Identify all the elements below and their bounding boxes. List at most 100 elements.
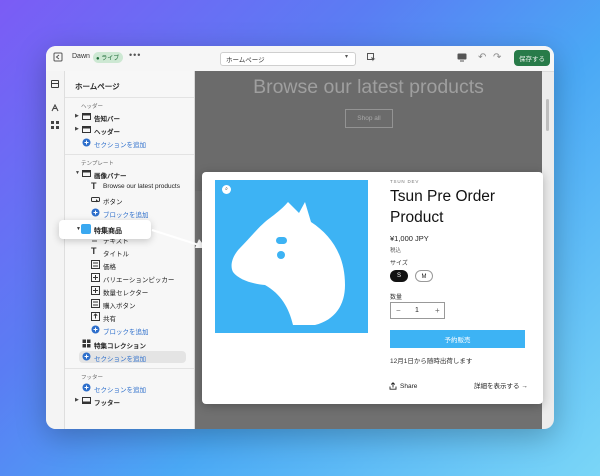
block-heading[interactable]: T Browse our latest products — [65, 181, 194, 193]
divider — [65, 368, 194, 369]
expand-arrow-icon[interactable]: ▶ — [75, 397, 79, 403]
text-icon: T — [91, 246, 97, 256]
inspector-icon[interactable] — [367, 53, 376, 62]
editor-topbar: Dawn ● ライブ ••• ホームページ ▾ ↶ ↷ 保存する — [46, 46, 554, 72]
quantity-decrease-button[interactable]: − — [396, 306, 401, 315]
live-badge: ● ライブ — [93, 52, 124, 63]
section-announcement-bar[interactable]: ▶ 告知バー — [65, 111, 194, 123]
add-section-label: セクションを追加 — [94, 356, 146, 363]
add-circle-icon — [82, 383, 91, 392]
section-featured-collection[interactable]: 特集コレクション — [65, 338, 194, 350]
more-options-icon[interactable]: ••• — [129, 50, 141, 60]
theme-name: Dawn — [72, 53, 90, 60]
buy-button-icon — [91, 299, 100, 308]
button-icon — [91, 197, 100, 203]
expand-arrow-icon[interactable]: ▶ — [75, 126, 79, 132]
section-icon — [82, 397, 91, 404]
section-label: 告知バー — [94, 116, 120, 123]
block-label: 購入ボタン — [103, 303, 136, 310]
share-icon[interactable] — [389, 382, 397, 390]
page-select-label: ホームページ — [226, 57, 265, 64]
quantity-increase-button[interactable]: + — [435, 306, 440, 315]
pointer-arrow-icon — [151, 228, 206, 248]
template-group-label: テンプレート — [81, 161, 114, 167]
section-image-banner[interactable]: ▼ 画像バナー — [65, 168, 194, 180]
footer-group-label: フッター — [81, 375, 104, 381]
section-icon — [82, 126, 91, 133]
block-button[interactable]: ボタン — [65, 194, 194, 206]
add-circle-icon — [82, 138, 91, 147]
featured-product-label: 特集商品 — [94, 227, 122, 235]
section-label: 画像バナー — [94, 173, 127, 180]
section-footer[interactable]: ▶ フッター — [65, 395, 194, 407]
preorder-button[interactable]: 予約販売 — [390, 330, 525, 348]
size-option-m[interactable]: M — [415, 270, 433, 282]
sidebar-title: ホームページ — [75, 82, 120, 91]
block-quantity-selector[interactable]: 数量セレクター — [65, 285, 194, 297]
view-details-link[interactable]: 詳細を表示する → — [474, 380, 528, 390]
block-buy-buttons[interactable]: 購入ボタン — [65, 298, 194, 310]
add-circle-icon — [82, 352, 91, 361]
sections-icon[interactable] — [51, 80, 59, 88]
collapse-arrow-icon[interactable]: ▼ — [75, 170, 80, 176]
add-template-section[interactable]: セクションを追加 — [79, 351, 186, 363]
preview-scrollbar[interactable] — [546, 99, 549, 131]
product-title: Tsun Pre Order Product — [390, 188, 496, 226]
add-block-featured[interactable]: ブロックを追加 — [65, 324, 194, 336]
sidebar-rail — [46, 71, 65, 429]
expand-arrow-icon[interactable]: ▶ — [75, 113, 79, 119]
block-label: 共有 — [103, 316, 116, 323]
featured-product-callout[interactable]: ▼ 特集商品 — [59, 220, 151, 239]
quantity-input[interactable]: 1 — [415, 307, 419, 314]
product-image[interactable] — [215, 180, 368, 333]
chevron-down-icon: ▾ — [345, 54, 349, 60]
block-variant-picker[interactable]: バリエーションピッカー — [65, 272, 194, 284]
block-share[interactable]: 共有 — [65, 311, 194, 323]
add-section-label: セクションを追加 — [94, 142, 146, 149]
block-label: タイトル — [103, 251, 129, 258]
variant-picker-icon — [91, 273, 100, 282]
block-label: Browse our latest products — [103, 183, 180, 190]
price-icon — [91, 260, 100, 269]
block-label: 価格 — [103, 264, 116, 271]
section-header[interactable]: ▶ ヘッダー — [65, 124, 194, 136]
add-block-label: ブロックを追加 — [103, 212, 149, 219]
save-button[interactable]: 保存する — [514, 50, 550, 66]
zoom-icon[interactable]: ⌕ — [222, 185, 231, 194]
featured-product-card: ⌕ TSUN DEV Tsun Pre Order Product ¥1,000… — [202, 172, 543, 404]
add-block-banner[interactable]: ブロックを追加 — [65, 207, 194, 219]
shipping-note: 12月1日から随時出荷します — [390, 358, 473, 365]
banner-title: Browse our latest products — [253, 76, 484, 98]
quantity-label: 数量 — [390, 295, 403, 301]
redo-icon[interactable]: ↷ — [493, 52, 501, 63]
section-icon — [82, 113, 91, 120]
product-vendor: TSUN DEV — [390, 179, 420, 184]
exit-icon[interactable] — [53, 52, 63, 62]
product-price: ¥1,000 JPY — [390, 234, 429, 243]
section-icon — [82, 170, 91, 177]
size-label: サイズ — [390, 261, 408, 267]
shop-all-button[interactable]: Shop all — [345, 109, 393, 128]
section-label: 特集コレクション — [94, 343, 146, 350]
section-label: フッター — [94, 400, 120, 407]
undo-icon[interactable]: ↶ — [478, 52, 486, 63]
block-price[interactable]: 価格 — [65, 259, 194, 271]
theme-settings-icon[interactable] — [51, 99, 59, 112]
collection-icon — [82, 339, 91, 348]
share-button[interactable]: Share — [400, 383, 417, 390]
header-group-label: ヘッダー — [81, 104, 104, 110]
add-block-label: ブロックを追加 — [103, 329, 149, 336]
add-circle-icon — [91, 208, 100, 217]
add-header-section[interactable]: セクションを追加 — [65, 137, 194, 149]
section-label: ヘッダー — [94, 129, 120, 136]
add-section-label: セクションを追加 — [94, 387, 146, 394]
share-icon — [91, 312, 100, 321]
block-label: バリエーションピッカー — [103, 277, 175, 284]
divider — [65, 154, 194, 155]
featured-product-icon — [81, 224, 91, 234]
size-option-s[interactable]: S — [390, 270, 408, 282]
device-preview-icon[interactable] — [457, 53, 467, 62]
apps-icon[interactable] — [51, 116, 59, 129]
add-footer-section[interactable]: セクションを追加 — [65, 382, 194, 394]
divider — [65, 97, 194, 98]
